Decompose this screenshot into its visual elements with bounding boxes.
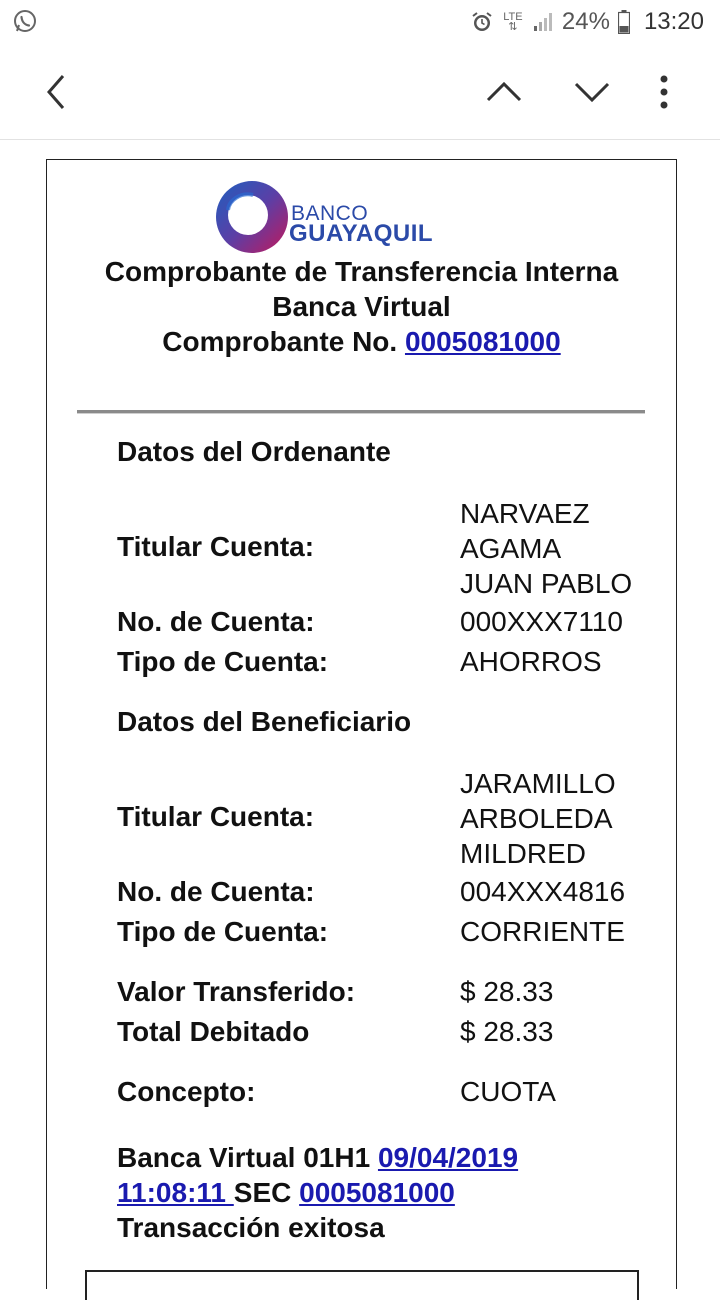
back-arrow-icon	[47, 75, 65, 109]
bank-logo: BANCO GUAYAQUIL	[215, 178, 455, 254]
footer-prefix: Banca Virtual 01H1	[117, 1142, 378, 1173]
concept-label: Concepto:	[117, 1076, 256, 1107]
receipt-title: Comprobante de Transferencia Interna Ban…	[47, 254, 676, 359]
beneficiario-holder-value: JARAMILLO ARBOLEDA MILDRED	[460, 766, 616, 871]
receipt-number-link[interactable]: 0005081000	[405, 326, 561, 357]
app-toolbar	[0, 44, 720, 140]
previous-button[interactable]	[480, 68, 528, 116]
transfer-receipt: BANCO GUAYAQUIL Comprobante de Transfere…	[46, 159, 677, 1300]
beneficiario-account-label: No. de Cuenta:	[117, 876, 315, 907]
status-bar: LTE ⇅ 24% 13:20	[0, 0, 720, 44]
chevron-down-icon	[574, 82, 610, 103]
ordenante-holder-line: NARVAEZ	[460, 498, 590, 529]
status-icons: LTE ⇅ 24% 13:20	[470, 6, 704, 38]
transaction-result: Transacción exitosa	[117, 1212, 385, 1243]
beneficiario-holder-line: ARBOLEDA	[460, 803, 613, 834]
concept-value: CUOTA	[460, 1076, 556, 1107]
signal-icon	[533, 13, 552, 31]
ordenante-account-value: 000XXX7110	[460, 606, 623, 637]
more-vert-icon	[660, 75, 668, 109]
beneficiario-holder-line: JARAMILLO	[460, 768, 616, 799]
transaction-time-link[interactable]: 11:08:11	[117, 1177, 234, 1208]
beneficiario-holder-label: Titular Cuenta:	[117, 801, 315, 832]
beneficiario-holder-line: MILDRED	[460, 838, 587, 869]
ordenante-holder-label: Titular Cuenta:	[117, 531, 315, 562]
next-section-box	[85, 1270, 639, 1300]
clock: 13:20	[643, 8, 704, 35]
ordenante-account-label: No. de Cuenta:	[117, 606, 315, 637]
sec-number-link[interactable]: 0005081000	[299, 1177, 455, 1208]
bank-name-line2: GUAYAQUIL	[289, 220, 434, 247]
ordenante-heading: Datos del Ordenante	[117, 436, 391, 467]
beneficiario-type-value: CORRIENTE	[460, 916, 625, 947]
transferred-amount-label: Valor Transferido:	[117, 976, 356, 1007]
divider	[77, 410, 645, 414]
receipt-number-label: Comprobante No.	[162, 326, 405, 357]
title-line-3: Comprobante No. 0005081000	[47, 324, 676, 359]
ordenante-holder-line: AGAMA	[460, 533, 562, 564]
transaction-footer: Banca Virtual 01H1 09/04/2019 11:08:11 SE…	[117, 1140, 617, 1245]
battery-icon	[617, 10, 630, 34]
ordenante-holder-value: NARVAEZ AGAMA JUAN PABLO	[460, 496, 632, 601]
chevron-up-icon	[486, 81, 522, 102]
transferred-amount-value: $ 28.33	[460, 976, 554, 1007]
next-button[interactable]	[568, 68, 616, 116]
ordenante-holder-line: JUAN PABLO	[460, 568, 633, 599]
sec-label: SEC	[233, 1177, 300, 1208]
back-button[interactable]	[32, 68, 80, 116]
battery-percent: 24%	[561, 8, 610, 35]
title-line-2: Banca Virtual	[272, 291, 451, 322]
alarm-icon	[472, 12, 492, 31]
ordenante-type-value: AHORROS	[460, 646, 602, 677]
more-options-button[interactable]	[640, 68, 688, 116]
network-type: LTE ⇅	[503, 11, 523, 33]
whatsapp-icon	[14, 10, 36, 32]
debited-amount-value: $ 28.33	[460, 1016, 554, 1047]
beneficiario-type-label: Tipo de Cuenta:	[117, 916, 329, 947]
title-line-1: Comprobante de Transferencia Interna	[104, 256, 619, 287]
ordenante-type-label: Tipo de Cuenta:	[117, 646, 329, 677]
debited-amount-label: Total Debitado	[117, 1016, 310, 1047]
bank-logo-ring-icon	[216, 181, 288, 253]
beneficiario-account-value: 004XXX4816	[460, 876, 626, 907]
beneficiario-heading: Datos del Beneficiario	[117, 706, 412, 737]
transaction-date-link[interactable]: 09/04/2019	[378, 1142, 518, 1173]
